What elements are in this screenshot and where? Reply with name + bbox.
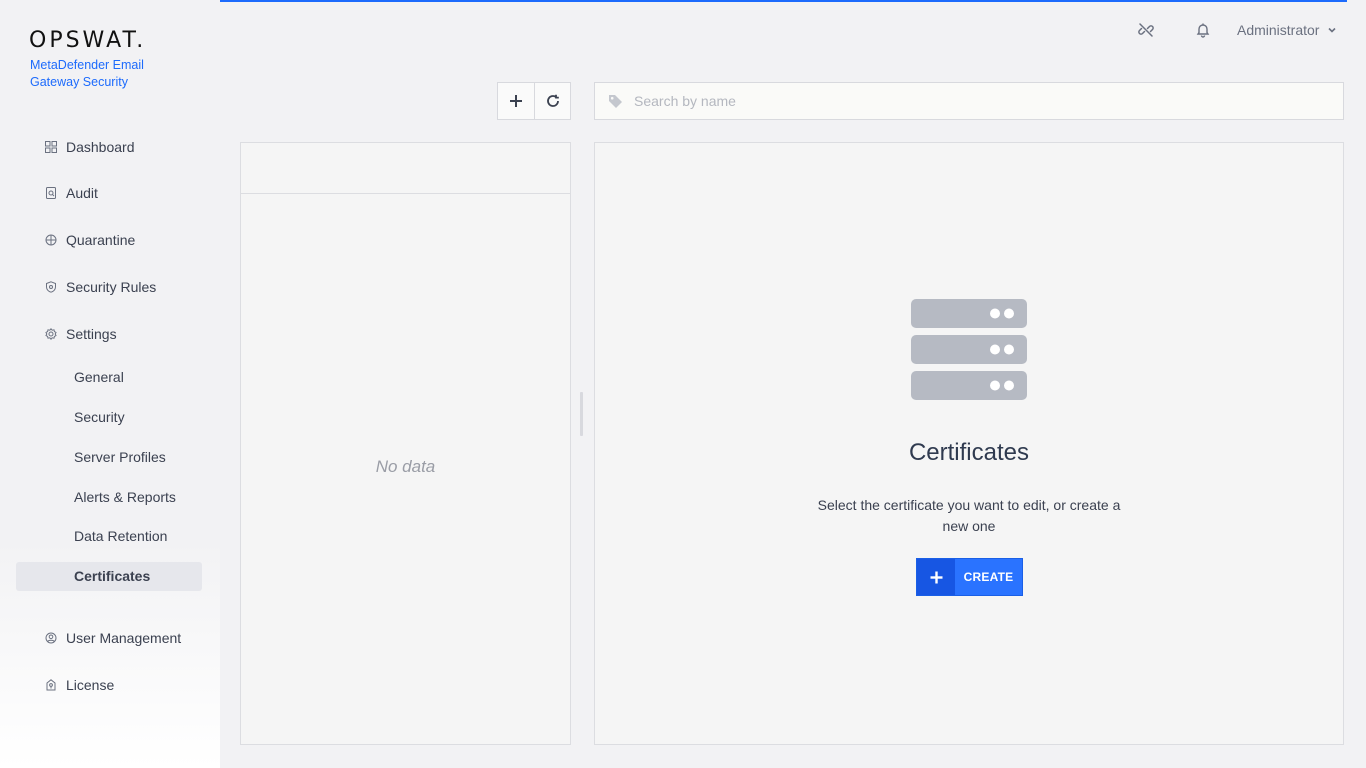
sidebar-item-label: Dashboard [66,139,135,155]
detail-title: Certificates [908,439,1030,466]
sidebar-item-label: Settings [66,326,117,342]
sidebar-item-license[interactable]: License [44,673,114,697]
server-stack-icon [911,299,1027,400]
shield-icon [44,280,58,294]
unlink-icon[interactable] [1136,20,1156,40]
users-icon [44,631,58,645]
list-header [241,143,570,194]
opswat-logo: OPSWAT. [29,28,147,53]
sidebar-item-quarantine[interactable]: Quarantine [44,228,135,252]
plus-icon [917,559,955,595]
sidebar-item-label: Audit [66,185,98,201]
sidebar-item-label: Security Rules [66,279,157,295]
product-name: MetaDefender Email Gateway Security [30,58,144,89]
sidebar-item-label: License [66,677,115,693]
detail-description: Select the certificate you want to edit,… [817,497,1121,534]
sidebar-subitem-server-profiles[interactable]: Server Profiles [74,446,166,468]
sidebar: OPSWAT. MetaDefender Email Gateway Secur… [0,0,220,768]
sidebar-item-label: User Management [66,630,182,646]
search-bar [594,82,1344,120]
search-input[interactable] [634,93,1314,109]
gear-icon [44,327,58,341]
create-button-label: CREATE [955,559,1022,595]
sidebar-item-dashboard[interactable]: Dashboard [44,135,135,159]
top-accent-bar [31,0,1347,2]
sidebar-subitem-certificates[interactable]: Certificates [74,565,150,587]
sidebar-item-user-management[interactable]: User Management [44,626,181,650]
sidebar-subitem-alerts-reports[interactable]: Alerts & Reports [74,486,176,508]
tag-icon [608,94,623,109]
license-icon [44,678,58,692]
audit-icon [44,186,58,200]
sidebar-item-security-rules[interactable]: Security Rules [44,275,156,299]
sidebar-subitem-general[interactable]: General [74,366,124,388]
bell-icon[interactable] [1193,20,1213,40]
refresh-button[interactable] [534,83,570,119]
create-certificate-button[interactable]: CREATE [916,558,1023,596]
certificate-detail-panel: Certificates Select the certificate you … [594,142,1344,745]
list-toolbar [497,82,571,120]
sidebar-subitem-data-retention[interactable]: Data Retention [74,525,167,547]
quarantine-icon [44,233,58,247]
panel-resize-handle[interactable] [580,392,583,436]
user-menu[interactable]: Administrator [1237,20,1337,40]
chevron-down-icon [1328,27,1337,33]
dashboard-icon [44,140,58,154]
add-button[interactable] [498,83,534,119]
sidebar-item-settings[interactable]: Settings [44,322,117,346]
sidebar-item-label: Quarantine [66,232,136,248]
empty-list-text: No data [375,457,436,476]
refresh-icon [546,94,559,107]
sidebar-item-audit[interactable]: Audit [44,181,98,205]
user-name: Administrator [1237,22,1320,38]
sidebar-subitem-security[interactable]: Security [74,406,125,428]
certificate-list-panel: No data [240,142,571,745]
plus-icon [510,95,522,107]
